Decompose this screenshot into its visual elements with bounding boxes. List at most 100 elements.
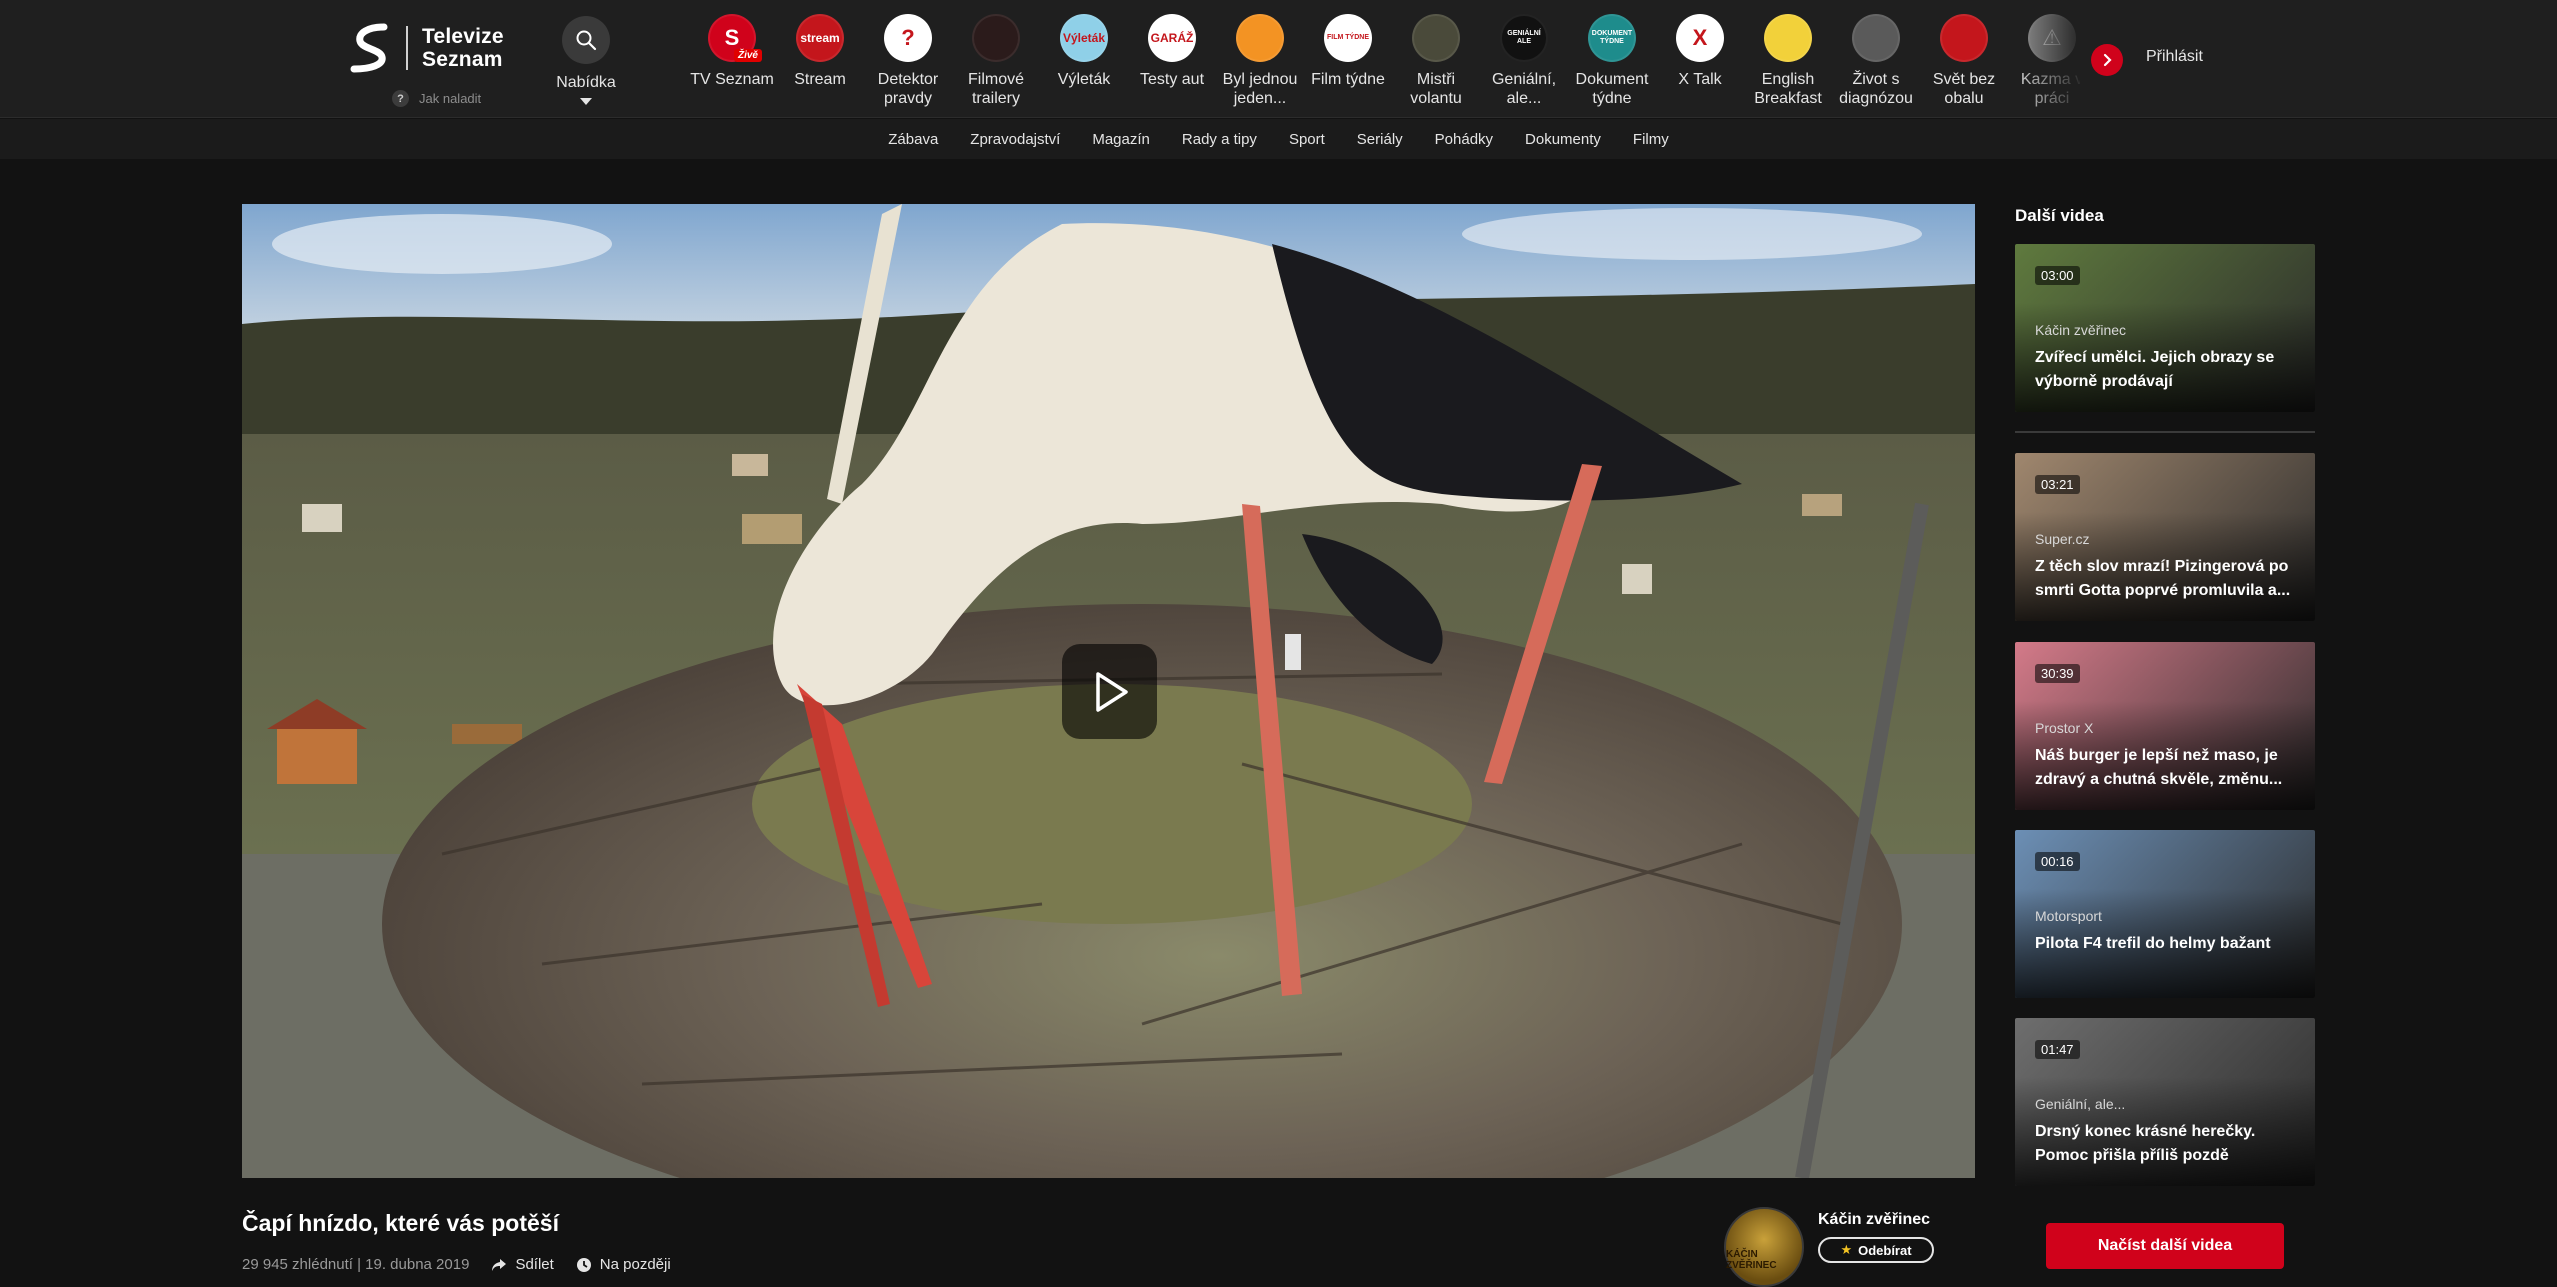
share-button[interactable]: Sdílet xyxy=(491,1256,554,1273)
document-week-icon: DOKUMENT TÝDNE xyxy=(1588,14,1636,62)
top-bar: Televize Seznam ? Jak naladit Nabídka SŽ… xyxy=(0,0,2557,118)
channel-item[interactable]: GENIÁLNÍ ALE Geniální, ale... xyxy=(1480,14,1568,114)
stream-icon: stream xyxy=(796,14,844,62)
category-link[interactable]: Dokumenty xyxy=(1525,131,1601,148)
video-meta: 29 945 zhlédnutí | 19. dubna 2019 Sdílet… xyxy=(242,1256,671,1273)
related-video-card[interactable]: 03:00 Káčin zvěřinec Zvířecí umělci. Jejic… xyxy=(2015,244,2315,412)
channel-item[interactable]: Mistři volantu xyxy=(1392,14,1480,114)
category-link[interactable]: Magazín xyxy=(1092,131,1150,148)
video-source: Geniální, ale... xyxy=(2035,1096,2126,1112)
video-views-date: 29 945 zhlédnutí | 19. dubna 2019 xyxy=(242,1256,470,1273)
category-nav: Zábava Zpravodajství Magazín Rady a tipy Spo… xyxy=(0,119,2557,159)
menu-label: Nabídka xyxy=(556,74,616,91)
channel-glyph: S xyxy=(724,25,740,50)
search-icon xyxy=(576,30,597,51)
trip-icon: Výleták xyxy=(1060,14,1108,62)
clock-icon xyxy=(576,1257,591,1272)
menu-button[interactable]: Nabídka xyxy=(546,16,626,105)
channel-item[interactable]: Filmové trailery xyxy=(952,14,1040,114)
channel-strip-fade xyxy=(2010,10,2085,110)
channel-item[interactable]: Výleták Výleták xyxy=(1040,14,1128,114)
video-duration: 01:47 xyxy=(2035,1040,2080,1059)
channel-item[interactable]: Byl jednou jeden... xyxy=(1216,14,1304,114)
tv-seznam-icon: S Živě xyxy=(708,14,762,62)
channel-item[interactable]: Život s diagnózou xyxy=(1832,14,1920,114)
channel-glyph: GARÁŽ xyxy=(1150,31,1194,45)
chevron-right-icon xyxy=(2103,53,2112,67)
login-link[interactable]: Přihlásit xyxy=(2146,48,2203,66)
x-talk-icon: X xyxy=(1676,14,1724,62)
video-duration: 03:00 xyxy=(2035,266,2080,285)
logo-line1: Televize xyxy=(422,25,504,48)
related-video-card[interactable]: 00:16 Motorsport Pilota F4 trefil do helmy… xyxy=(2015,830,2315,998)
category-link[interactable]: Sport xyxy=(1289,131,1325,148)
channel-item[interactable]: GARÁŽ Testy aut xyxy=(1128,14,1216,114)
channel-label: X Talk xyxy=(1678,71,1722,88)
video-source: Prostor X xyxy=(2035,720,2094,736)
channel-label: Dokument týdne xyxy=(1575,71,1649,107)
video-source: Super.cz xyxy=(2035,531,2090,547)
channel-label: Výleták xyxy=(1057,71,1111,88)
channel-item[interactable]: Svět bez obalu xyxy=(1920,14,2008,114)
channel-item[interactable]: S Živě TV Seznam xyxy=(688,14,776,114)
category-link[interactable]: Filmy xyxy=(1633,131,1669,148)
subscribe-button[interactable]: ★ Odebírat xyxy=(1818,1237,1934,1263)
video-card-title: Pilota F4 trefil do helmy bažant xyxy=(2035,935,2271,952)
video-card-title: Náš burger je lepší než maso, je zdravý … xyxy=(2035,747,2283,788)
search-button[interactable] xyxy=(562,16,610,64)
channel-info: KÁČIN ZVĚŘINEC Káčin zvěřinec ★ Odebírat xyxy=(1724,1207,1934,1287)
diagnosis-icon xyxy=(1852,14,1900,62)
channel-label: English Breakfast xyxy=(1754,71,1822,107)
channel-item[interactable]: X X Talk xyxy=(1656,14,1744,114)
channel-item[interactable]: stream Stream xyxy=(776,14,864,114)
channel-name[interactable]: Káčin zvěřinec xyxy=(1818,1211,1934,1229)
channel-glyph: GENIÁLNÍ ALE xyxy=(1507,30,1541,45)
channel-label: Film týdne xyxy=(1311,71,1385,88)
channel-item[interactable]: DOKUMENT TÝDNE Dokument týdne xyxy=(1568,14,1656,114)
related-video-card[interactable]: 03:21 Super.cz Z těch slov mrazí! Pizinger… xyxy=(2015,453,2315,621)
channel-avatar[interactable]: KÁČIN ZVĚŘINEC xyxy=(1724,1207,1804,1287)
category-link[interactable]: Seriály xyxy=(1357,131,1403,148)
sidebar-title: Další videa xyxy=(2015,206,2104,225)
channel-item[interactable]: English Breakfast xyxy=(1744,14,1832,114)
load-more-button[interactable]: Načíst další videa xyxy=(2046,1223,2284,1269)
channel-label: TV Seznam xyxy=(690,71,774,88)
share-label: Sdílet xyxy=(515,1256,554,1273)
genius-icon: GENIÁLNÍ ALE xyxy=(1500,14,1548,62)
logo-divider xyxy=(406,26,408,70)
logo-line2: Seznam xyxy=(422,48,503,71)
logo-text: Televize Seznam xyxy=(422,25,504,71)
channels-next-button[interactable] xyxy=(2091,44,2123,76)
film-week-icon: FILM TÝDNE xyxy=(1324,14,1372,62)
channel-glyph: FILM TÝDNE xyxy=(1327,34,1369,41)
channel-glyph: ? xyxy=(901,25,915,50)
category-link[interactable]: Rady a tipy xyxy=(1182,131,1257,148)
related-video-card[interactable]: 30:39 Prostor X Náš burger je lepší než ma… xyxy=(2015,642,2315,810)
cartoon-icon xyxy=(1236,14,1284,62)
channel-label: Geniální, ale... xyxy=(1491,71,1557,107)
channel-glyph: DOKUMENT TÝDNE xyxy=(1591,30,1633,45)
channel-label: Stream xyxy=(794,71,846,88)
howto-link[interactable]: ? Jak naladit xyxy=(392,90,481,107)
play-button[interactable] xyxy=(1062,644,1157,739)
live-badge: Živě xyxy=(733,49,762,62)
channel-item[interactable]: ? Detektor pravdy xyxy=(864,14,952,114)
video-card-title: Zvířecí umělci. Jejich obrazy se výborně… xyxy=(2035,349,2275,390)
channel-label: Testy aut xyxy=(1139,71,1205,88)
category-link[interactable]: Pohádky xyxy=(1435,131,1493,148)
video-source: Motorsport xyxy=(2035,908,2102,924)
related-video-card[interactable]: 01:47 Geniální, ale... Drsný konec krásné … xyxy=(2015,1018,2315,1186)
watch-later-button[interactable]: Na později xyxy=(576,1256,671,1273)
channel-glyph: X xyxy=(1692,25,1708,50)
channel-label: Svět bez obalu xyxy=(1932,71,1996,107)
category-link[interactable]: Zpravodajství xyxy=(970,131,1060,148)
category-link[interactable]: Zábava xyxy=(888,131,938,148)
site-logo[interactable]: Televize Seznam xyxy=(350,22,504,74)
steering-icon xyxy=(1412,14,1460,62)
video-title: Čapí hnízdo, které vás potěší xyxy=(242,1210,559,1236)
world-icon xyxy=(1940,14,1988,62)
video-player[interactable] xyxy=(242,204,1975,1178)
video-card-title: Drsný konec krásné herečky. Pomoc přišla… xyxy=(2035,1123,2256,1164)
star-icon: ★ xyxy=(1840,1242,1853,1257)
channel-item[interactable]: FILM TÝDNE Film týdne xyxy=(1304,14,1392,114)
